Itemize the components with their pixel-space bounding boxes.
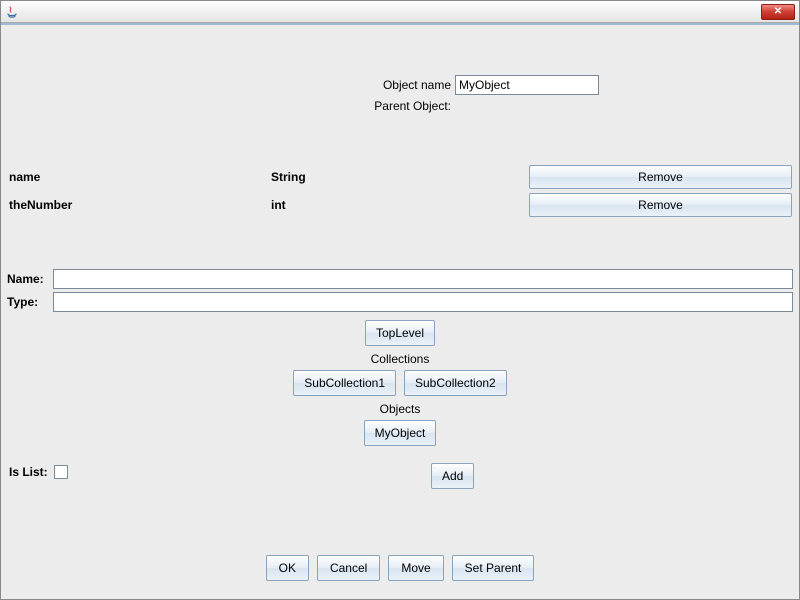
- close-button[interactable]: ✕: [761, 4, 795, 20]
- name-label: Name:: [7, 272, 49, 286]
- cancel-button[interactable]: Cancel: [317, 555, 380, 581]
- remove-button[interactable]: Remove: [529, 193, 792, 217]
- parent-object-label: Parent Object:: [201, 99, 451, 113]
- form-block: Name: Type: TopLevel Collections SubColl…: [1, 269, 799, 446]
- field-name: name: [1, 170, 271, 184]
- objects-label: Objects: [380, 402, 421, 416]
- bottom-bar: OK Cancel Move Set Parent: [1, 555, 799, 581]
- window: ✕ Object name Parent Object: name String…: [0, 0, 800, 600]
- titlebar-left: [5, 5, 19, 19]
- ok-button[interactable]: OK: [266, 555, 309, 581]
- add-button[interactable]: Add: [431, 463, 474, 489]
- is-list-checkbox[interactable]: [54, 465, 68, 479]
- subcollection2-button[interactable]: SubCollection2: [404, 370, 507, 396]
- collections-label: Collections: [371, 352, 430, 366]
- move-button[interactable]: Move: [388, 555, 443, 581]
- object-name-label: Object name: [201, 78, 451, 92]
- java-icon: [5, 5, 19, 19]
- table-row: name String Remove: [1, 163, 799, 191]
- type-input[interactable]: [53, 292, 793, 312]
- object-name-input[interactable]: [455, 75, 599, 95]
- name-input[interactable]: [53, 269, 793, 289]
- close-icon: ✕: [774, 6, 782, 17]
- toplevel-button[interactable]: TopLevel: [365, 320, 435, 346]
- field-type: String: [271, 170, 529, 184]
- titlebar: ✕: [1, 1, 799, 23]
- remove-button[interactable]: Remove: [529, 165, 792, 189]
- field-name: theNumber: [1, 198, 271, 212]
- header-block: Object name Parent Object:: [1, 75, 799, 113]
- type-label: Type:: [7, 295, 49, 309]
- myobject-button[interactable]: MyObject: [364, 420, 437, 446]
- is-list-label: Is List:: [9, 465, 48, 479]
- table-row: theNumber int Remove: [1, 191, 799, 219]
- set-parent-button[interactable]: Set Parent: [452, 555, 535, 581]
- subcollection1-button[interactable]: SubCollection1: [293, 370, 396, 396]
- fields-table: name String Remove theNumber int Remove: [1, 163, 799, 219]
- field-type: int: [271, 198, 529, 212]
- is-list-row: Is List:: [9, 465, 68, 479]
- content: Object name Parent Object: name String R…: [1, 23, 799, 599]
- center-column: TopLevel Collections SubCollection1 SubC…: [7, 320, 793, 446]
